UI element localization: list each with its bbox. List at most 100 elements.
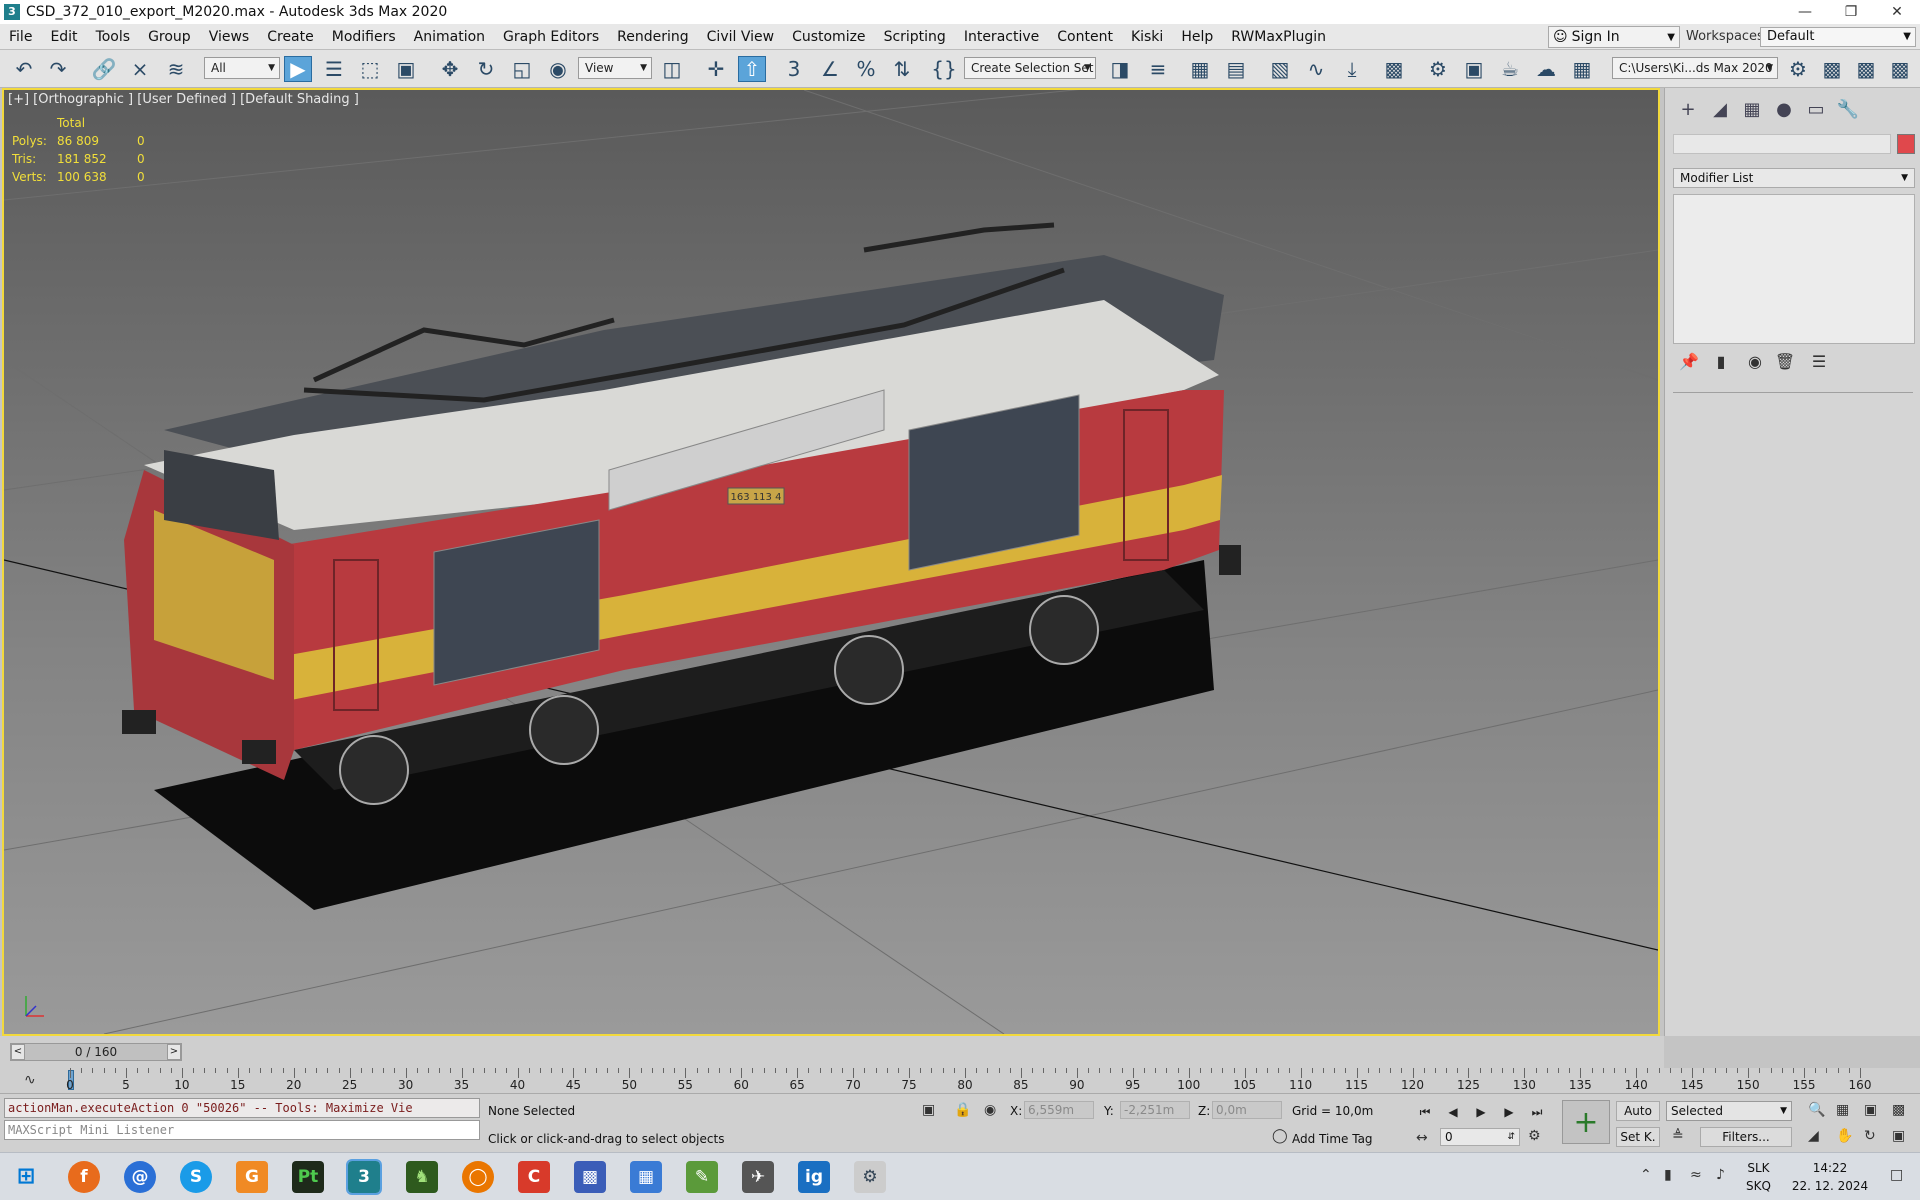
- menu-edit[interactable]: Edit: [41, 24, 86, 50]
- configure-modifier-sets-icon[interactable]: ☰: [1805, 350, 1833, 374]
- edit-named-selection-icon[interactable]: {}: [930, 56, 958, 82]
- link-icon[interactable]: 🔗: [90, 56, 118, 82]
- modifier-list-dropdown[interactable]: Modifier List ▼: [1673, 168, 1915, 188]
- skype-icon[interactable]: S: [180, 1161, 212, 1193]
- battery-icon[interactable]: ▮: [1664, 1167, 1672, 1183]
- zoom-all-icon[interactable]: ▦: [1836, 1102, 1849, 1118]
- time-slider-thumb[interactable]: < 0 / 160 >: [10, 1043, 182, 1061]
- auto-key-button[interactable]: Auto: [1616, 1101, 1660, 1121]
- viewport-label[interactable]: [+] [Orthographic ] [User Defined ] [Def…: [8, 92, 359, 107]
- render-setup-icon[interactable]: ⚙: [1424, 56, 1452, 82]
- menu-file[interactable]: File: [0, 24, 41, 50]
- plugin-tool-2-icon[interactable]: ▩: [1818, 56, 1846, 82]
- a360-gallery-icon[interactable]: ▦: [1568, 56, 1596, 82]
- bind-spacewarp-icon[interactable]: ≋: [162, 56, 190, 82]
- toggle-layer-explorer-icon[interactable]: ▤: [1222, 56, 1250, 82]
- x-coordinate-field[interactable]: 6,559m: [1024, 1101, 1094, 1119]
- select-object-icon[interactable]: ▶: [284, 56, 312, 82]
- menu-civil-view[interactable]: Civil View: [698, 24, 783, 50]
- select-manipulate-icon[interactable]: ✛: [702, 56, 730, 82]
- taskbar-clock[interactable]: 14:22 22. 12. 2024: [1780, 1159, 1880, 1195]
- maxscript-listener-input[interactable]: MAXScript Mini Listener: [4, 1120, 480, 1140]
- move-icon[interactable]: ✥: [436, 56, 464, 82]
- plugin-tool-4-icon[interactable]: ▩: [1886, 56, 1914, 82]
- plugin-tool-3-icon[interactable]: ▩: [1852, 56, 1880, 82]
- set-key-big-button[interactable]: +: [1562, 1100, 1610, 1144]
- go-to-start-icon[interactable]: ⏮: [1414, 1102, 1436, 1122]
- unlink-icon[interactable]: ⨯: [126, 56, 154, 82]
- zoom-extents-icon[interactable]: ▣: [1864, 1102, 1877, 1118]
- filters-button[interactable]: Filters...: [1700, 1127, 1792, 1147]
- select-by-name-icon[interactable]: ☰: [320, 56, 348, 82]
- close-button[interactable]: ✕: [1874, 0, 1920, 24]
- restore-button[interactable]: ❐: [1828, 0, 1874, 24]
- menu-modifiers[interactable]: Modifiers: [323, 24, 405, 50]
- make-unique-icon[interactable]: ◉: [1741, 350, 1769, 374]
- maxscript-output[interactable]: actionMan.executeAction 0 "50026" -- Too…: [4, 1098, 480, 1118]
- menu-scripting[interactable]: Scripting: [875, 24, 955, 50]
- reference-coordinate-dropdown[interactable]: View ▼: [578, 57, 652, 79]
- pin-stack-icon[interactable]: 📌: [1675, 350, 1703, 374]
- mirror-icon[interactable]: ◨: [1106, 56, 1134, 82]
- scale-icon[interactable]: ◱: [508, 56, 536, 82]
- pan-hand-icon[interactable]: ✋: [1836, 1128, 1853, 1144]
- next-frame-icon[interactable]: ▶: [1498, 1102, 1520, 1122]
- render-production-icon[interactable]: ☕: [1496, 56, 1524, 82]
- object-color-swatch[interactable]: [1897, 134, 1915, 154]
- show-end-result-icon[interactable]: ▮: [1707, 350, 1735, 374]
- project-folder-dropdown[interactable]: C:\Users\Ki...ds Max 2020 ▼: [1612, 57, 1778, 79]
- blender-icon[interactable]: ◯: [462, 1161, 494, 1193]
- frame-ruler[interactable]: 0 5 10 15 20 25 30 35 40 45 50 55 60 65 70 75 80 85 90 95 10…: [66, 1068, 1871, 1094]
- menu-interactive[interactable]: Interactive: [955, 24, 1048, 50]
- rectangular-selection-icon[interactable]: ⬚: [356, 56, 384, 82]
- snaps-toggle-icon[interactable]: 3: [780, 56, 808, 82]
- spinner-snap-icon[interactable]: ⇅: [888, 56, 916, 82]
- sign-in-dropdown[interactable]: ☺ Sign In ▼: [1548, 26, 1680, 48]
- add-time-tag[interactable]: Add Time Tag: [1292, 1132, 1373, 1146]
- minimize-button[interactable]: —: [1782, 0, 1828, 24]
- keyboard-shortcut-override-icon[interactable]: ⇧: [738, 56, 766, 82]
- lock-selection-icon[interactable]: 🔒: [954, 1102, 971, 1118]
- plugin-tool-1-icon[interactable]: ⚙: [1784, 56, 1812, 82]
- wifi-icon[interactable]: ≈: [1690, 1167, 1702, 1183]
- menu-rendering[interactable]: Rendering: [608, 24, 698, 50]
- menu-kiski[interactable]: Kiski: [1122, 24, 1172, 50]
- modifier-stack[interactable]: [1673, 194, 1915, 344]
- 3dsmax-app-icon[interactable]: 3: [4, 4, 20, 20]
- rendered-frame-window-icon[interactable]: ▣: [1460, 56, 1488, 82]
- mini-curve-editor-icon[interactable]: ∿: [24, 1072, 36, 1088]
- time-config-arrows-icon[interactable]: ↔: [1416, 1130, 1428, 1146]
- tray-chevron-up-icon[interactable]: ⌃: [1640, 1167, 1652, 1183]
- menu-customize[interactable]: Customize: [783, 24, 875, 50]
- train-sim-icon[interactable]: ✈: [742, 1161, 774, 1193]
- prev-frame-button[interactable]: <: [11, 1044, 25, 1060]
- maximize-viewport-icon[interactable]: ▣: [1892, 1128, 1905, 1144]
- menu-views[interactable]: Views: [200, 24, 259, 50]
- named-selection-sets-dropdown[interactable]: Create Selection Set ▼: [964, 57, 1096, 79]
- zoom-extents-all-icon[interactable]: ▩: [1892, 1102, 1905, 1118]
- ccleaner-icon[interactable]: C: [518, 1161, 550, 1193]
- modify-tab-icon[interactable]: ◢: [1705, 98, 1735, 122]
- redo-icon[interactable]: ↷: [44, 56, 72, 82]
- firefox-icon[interactable]: f: [68, 1161, 100, 1193]
- workspace-dropdown[interactable]: Default ▼: [1760, 27, 1916, 47]
- 3dsmax-taskbar-icon[interactable]: 3: [346, 1159, 382, 1195]
- display-tab-icon[interactable]: ▭: [1801, 98, 1831, 122]
- pycharm-icon[interactable]: Pt: [292, 1161, 324, 1193]
- menu-help[interactable]: Help: [1172, 24, 1222, 50]
- notifications-icon[interactable]: □: [1890, 1167, 1903, 1183]
- git-icon[interactable]: G: [236, 1161, 268, 1193]
- thunderbird-icon[interactable]: @: [124, 1161, 156, 1193]
- render-in-cloud-icon[interactable]: ☁: [1532, 56, 1560, 82]
- menu-content[interactable]: Content: [1048, 24, 1122, 50]
- undo-icon[interactable]: ↶: [10, 56, 38, 82]
- go-to-end-icon[interactable]: ⏭: [1526, 1102, 1548, 1122]
- save-icon[interactable]: ▩: [574, 1161, 606, 1193]
- next-frame-button[interactable]: >: [167, 1044, 181, 1060]
- menu-create[interactable]: Create: [258, 24, 323, 50]
- window-crossing-icon[interactable]: ▣: [392, 56, 420, 82]
- selection-filter-dropdown[interactable]: All ▼: [204, 57, 280, 79]
- current-frame-spinner[interactable]: 0 ⇵: [1440, 1128, 1520, 1146]
- remove-modifier-icon[interactable]: 🗑: [1771, 350, 1799, 374]
- notepad-icon[interactable]: ✎: [686, 1161, 718, 1193]
